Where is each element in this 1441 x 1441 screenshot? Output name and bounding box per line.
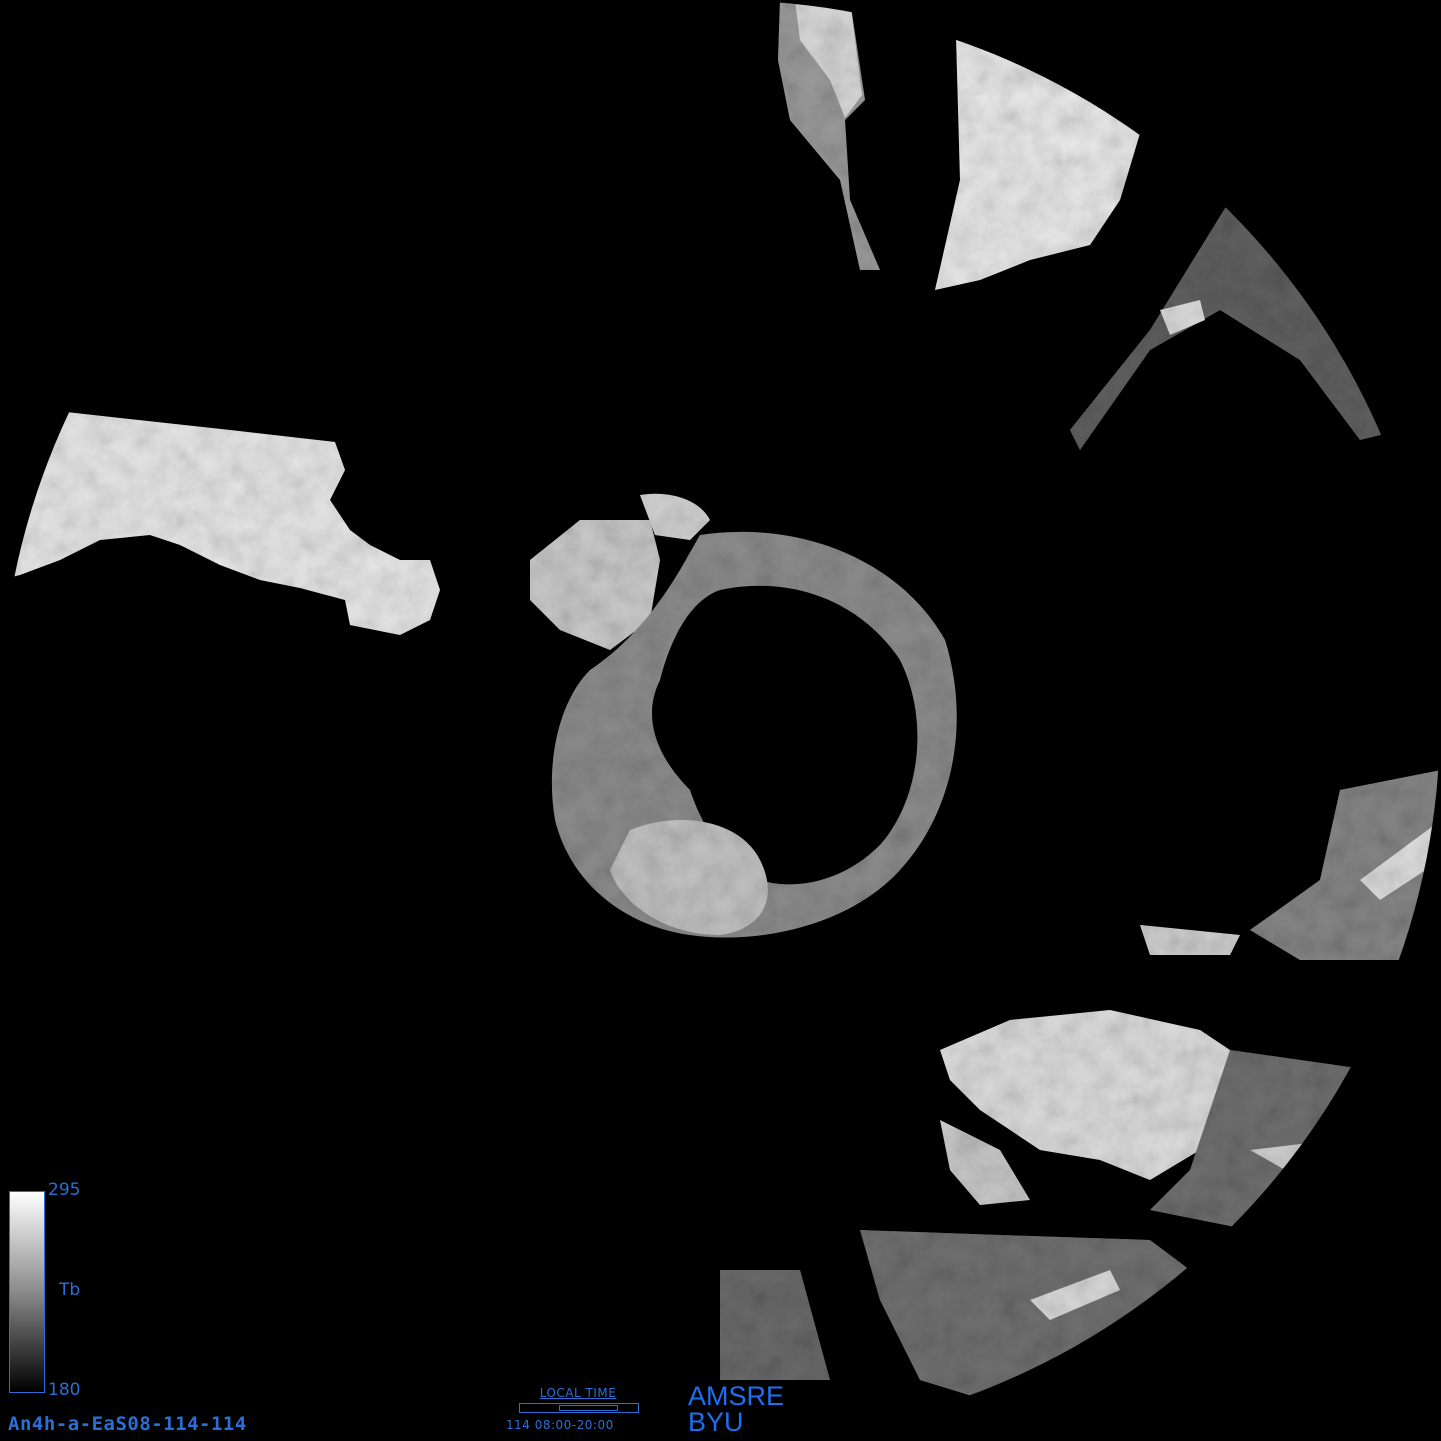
ocean-swath-south: [860, 1230, 1230, 1420]
local-time-title: LOCAL TIME: [539, 1386, 617, 1400]
local-time-bar: [519, 1403, 639, 1413]
sensor-block: AMSRE BYU: [688, 1381, 785, 1437]
land-sliver-top-left: [460, 0, 530, 30]
antarctica-ross-shelf: [610, 820, 768, 935]
polar-brightness-map: [0, 0, 1440, 1440]
colorbar-unit-label: Tb: [59, 1280, 81, 1300]
ocean-swath-bottom: [720, 1270, 830, 1380]
sensor-name: AMSRE: [688, 1381, 785, 1411]
land-new-zealand: [1140, 925, 1240, 955]
file-id-label: An4h-a-EaS08-114-114: [8, 1413, 247, 1435]
colorbar-min-label: 180: [48, 1380, 81, 1400]
ocean-swath-east: [1070, 200, 1440, 450]
land-africa-central: [935, 0, 1170, 290]
sensor-org: BYU: [688, 1407, 744, 1437]
land-madagascar: [1228, 90, 1330, 235]
local-time-range: 114 08:00-20:00: [506, 1418, 614, 1432]
ocean-swath-bottom-right: [1290, 1300, 1440, 1440]
colorbar-max-label: 295: [48, 1180, 81, 1200]
colorbar: [9, 1191, 45, 1393]
land-africa-east: [1245, 0, 1420, 225]
local-time-window: [559, 1405, 618, 1411]
land-south-america: [0, 405, 440, 635]
